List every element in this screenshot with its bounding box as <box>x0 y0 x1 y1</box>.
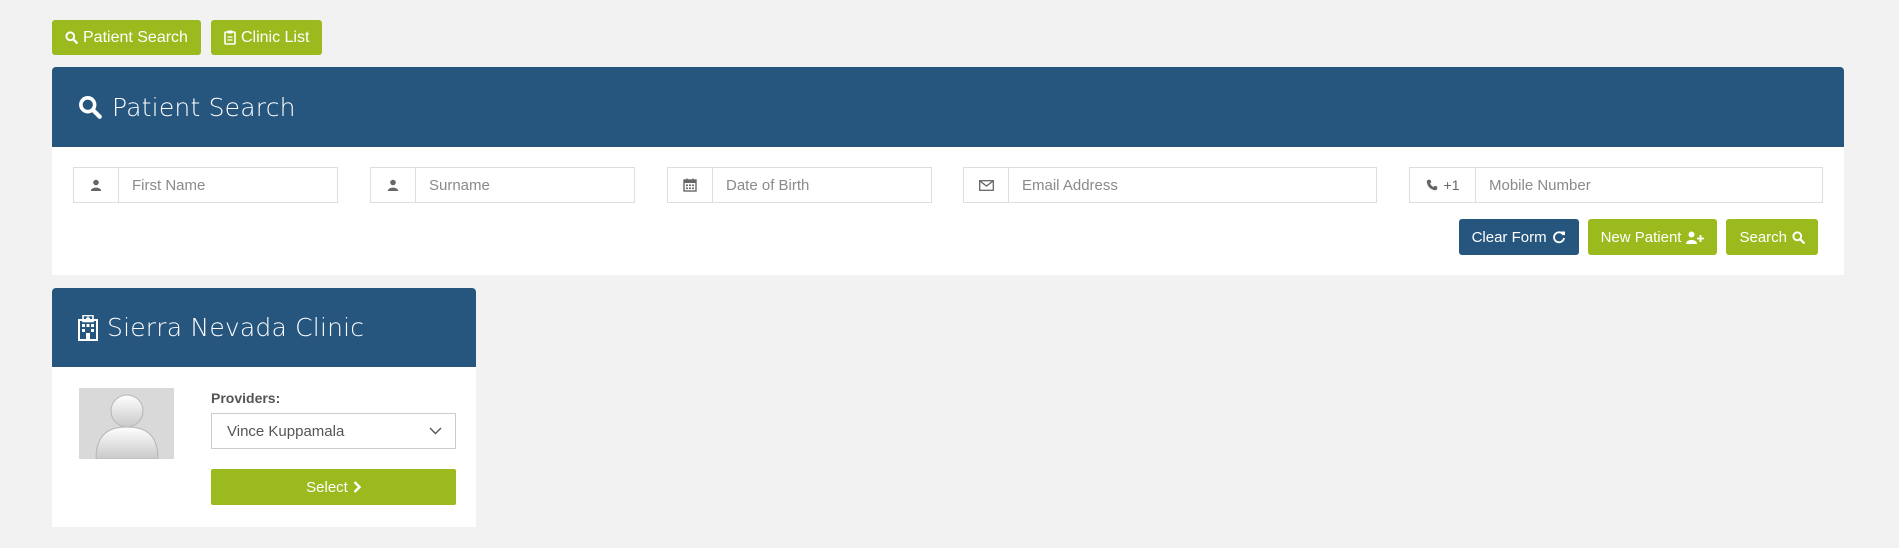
patient-search-form: +1 Clear Form New Patient Search <box>52 147 1844 275</box>
email-input[interactable] <box>1009 168 1376 202</box>
new-patient-label: New Patient <box>1600 228 1682 246</box>
patient-search-header: Patient Search <box>52 67 1844 147</box>
email-group <box>963 167 1377 203</box>
user-icon <box>371 168 416 202</box>
clipboard-icon <box>224 30 236 45</box>
hospital-icon <box>78 314 98 341</box>
refresh-icon <box>1552 231 1565 244</box>
surname-group <box>370 167 635 203</box>
envelope-icon <box>964 168 1009 202</box>
phone-icon <box>1426 179 1437 191</box>
search-icon <box>1792 230 1805 244</box>
clinic-list-nav-label: Clinic List <box>240 28 310 46</box>
calendar-icon <box>668 168 713 202</box>
phone-prefix: +1 <box>1443 177 1460 193</box>
chevron-down-icon <box>429 427 442 435</box>
user-icon <box>74 168 119 202</box>
patient-search-panel: Patient Search First Name Surname Date o… <box>52 67 1844 275</box>
select-button-label: Select <box>306 478 348 496</box>
new-patient-button[interactable]: New Patient <box>1587 219 1718 255</box>
search-button-label: Search <box>1739 228 1787 246</box>
clinic-panel: Sierra Nevada Clinic Providers: Vince Ku… <box>52 288 476 527</box>
first-name-input[interactable] <box>119 168 337 202</box>
patient-search-nav-button[interactable]: Patient Search <box>52 20 201 55</box>
search-actions: Clear Form New Patient Search <box>1458 219 1818 255</box>
providers-label: Providers: <box>211 390 281 406</box>
provider-select-value: Vince Kuppamala <box>227 422 345 440</box>
mobile-input[interactable] <box>1476 168 1822 202</box>
user-plus-icon <box>1686 231 1705 244</box>
clinic-header: Sierra Nevada Clinic <box>52 288 476 367</box>
dob-input[interactable] <box>713 168 931 202</box>
provider-select[interactable]: Vince Kuppamala <box>211 413 456 449</box>
clear-form-button[interactable]: Clear Form <box>1458 219 1579 255</box>
dob-group <box>667 167 932 203</box>
mobile-group: +1 <box>1409 167 1823 203</box>
patient-search-nav-label: Patient Search <box>83 28 188 46</box>
phone-prefix-addon: +1 <box>1410 168 1476 202</box>
avatar-placeholder-icon <box>94 394 159 459</box>
avatar <box>79 388 174 459</box>
clinic-title: Sierra Nevada Clinic <box>107 313 365 342</box>
clear-form-label: Clear Form <box>1471 228 1547 246</box>
search-icon <box>79 96 102 119</box>
search-icon <box>65 31 78 44</box>
chevron-right-icon <box>353 481 361 493</box>
clinic-body: Providers: Vince Kuppamala Select <box>52 367 476 527</box>
top-nav: Patient Search Clinic List <box>52 20 323 55</box>
patient-search-title: Patient Search <box>112 92 296 122</box>
surname-input[interactable] <box>416 168 634 202</box>
select-provider-button[interactable]: Select <box>211 469 456 505</box>
first-name-group <box>73 167 338 203</box>
clinic-list-nav-button[interactable]: Clinic List <box>210 20 323 55</box>
search-button[interactable]: Search <box>1726 219 1818 255</box>
